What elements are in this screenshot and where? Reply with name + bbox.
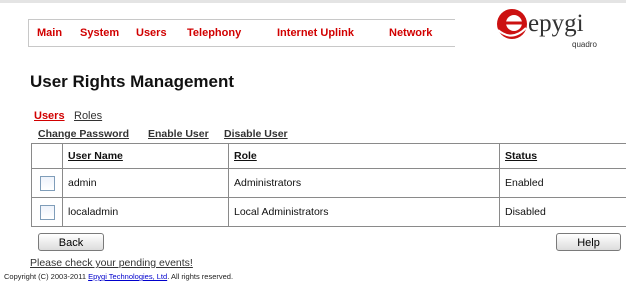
logo-subtext: quadro	[572, 40, 597, 49]
change-password-link[interactable]: Change Password	[38, 128, 129, 140]
column-header-user-name[interactable]: User Name	[62, 143, 229, 169]
enable-user-link[interactable]: Enable User	[148, 128, 209, 140]
nav-users[interactable]: Users	[136, 27, 167, 39]
status-cell: Enabled	[499, 168, 626, 198]
row-select-cell	[31, 168, 63, 198]
copyright-prefix: Copyright (C) 2003-2011	[4, 272, 86, 281]
epygi-logo: epygi quadro	[494, 8, 604, 56]
table-row: localadmin Local Administrators Disabled	[31, 197, 626, 227]
disable-user-link[interactable]: Disable User	[224, 128, 288, 140]
column-header-status[interactable]: Status	[499, 143, 626, 169]
nav-system[interactable]: System	[80, 27, 119, 39]
role-cell: Local Administrators	[228, 197, 500, 227]
column-header-role[interactable]: Role	[228, 143, 500, 169]
nav-internet-uplink[interactable]: Internet Uplink	[277, 27, 354, 39]
select-column-header	[31, 143, 63, 169]
users-table: User Name Role Status admin Administrato…	[31, 143, 626, 227]
nav-network[interactable]: Network	[389, 27, 432, 39]
page-title: User Rights Management	[30, 72, 235, 91]
tab-roles[interactable]: Roles	[74, 110, 102, 122]
status-cell: Disabled	[499, 197, 626, 227]
logo-wordmark: epygi	[528, 10, 584, 37]
row-checkbox[interactable]	[39, 204, 55, 220]
role-cell: Administrators	[228, 168, 500, 198]
pending-events-link[interactable]: Please check your pending events!	[30, 257, 193, 269]
tab-users[interactable]: Users	[34, 110, 65, 122]
main-navigation: Main System Users Telephony Internet Upl…	[28, 19, 455, 47]
epygi-swoosh-icon	[497, 9, 527, 39]
help-button[interactable]: Help	[556, 233, 621, 251]
top-border	[0, 0, 626, 3]
nav-main[interactable]: Main	[37, 27, 62, 39]
epygi-link[interactable]: Epygi Technologies, Ltd	[88, 272, 167, 281]
copyright: Copyright (C) 2003-2011 Epygi Technologi…	[4, 272, 233, 281]
nav-telephony[interactable]: Telephony	[187, 27, 241, 39]
table-header-row: User Name Role Status	[31, 143, 626, 169]
copyright-suffix: . All rights reserved.	[167, 272, 234, 281]
user-name-cell: localadmin	[62, 197, 229, 227]
row-checkbox[interactable]	[39, 175, 55, 191]
table-row: admin Administrators Enabled	[31, 168, 626, 198]
user-name-cell: admin	[62, 168, 229, 198]
row-select-cell	[31, 197, 63, 227]
back-button[interactable]: Back	[38, 233, 104, 251]
